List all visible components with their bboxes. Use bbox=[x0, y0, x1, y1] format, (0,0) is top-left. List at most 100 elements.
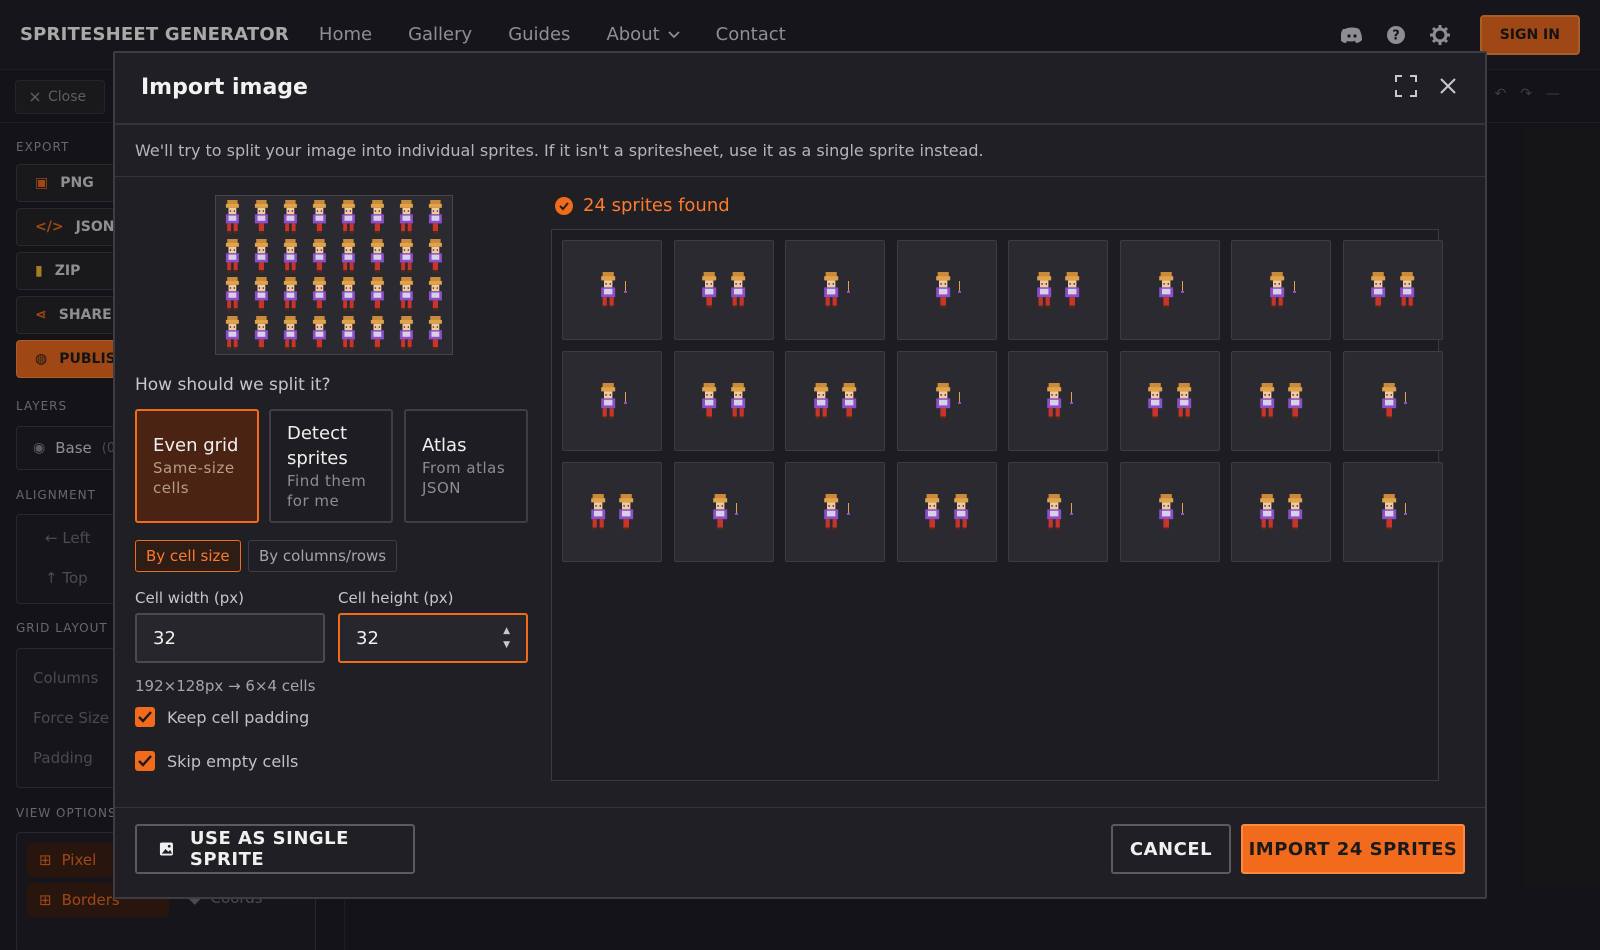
preview-sprite bbox=[218, 275, 247, 314]
preview-sprite bbox=[334, 314, 363, 353]
option-detect-sprites[interactable]: Detect sprites Find them for me bbox=[269, 409, 393, 523]
preview-sprite bbox=[363, 275, 392, 314]
preview-sprite bbox=[392, 237, 421, 276]
image-icon bbox=[159, 842, 173, 856]
option-even-grid-sub: Same-size cells bbox=[153, 459, 235, 497]
preview-sprite bbox=[218, 314, 247, 353]
dialog-footer: USE AS SINGLE SPRITE CANCEL IMPORT 24 SP… bbox=[115, 807, 1485, 899]
preview-sprite bbox=[334, 198, 363, 237]
sprite-thumbnail[interactable] bbox=[785, 462, 885, 562]
skip-empty-checkbox[interactable]: Skip empty cells bbox=[135, 751, 298, 771]
sprite-thumbnail[interactable] bbox=[1119, 240, 1220, 340]
preview-sprite bbox=[421, 314, 450, 353]
stepper-down-icon[interactable]: ▼ bbox=[503, 640, 510, 650]
sprite-thumbnail[interactable] bbox=[673, 240, 774, 340]
preview-sprite bbox=[421, 237, 450, 276]
split-settings: How should we split it? Even grid Same-s… bbox=[115, 177, 531, 807]
sprite-thumbnail[interactable] bbox=[562, 351, 662, 451]
import-sprites-button[interactable]: IMPORT 24 SPRITES bbox=[1241, 824, 1465, 874]
import-image-dialog: Import image We'll try to split your ima… bbox=[113, 51, 1487, 899]
sprite-thumbnail[interactable] bbox=[673, 351, 774, 451]
cell-height-label: Cell height (px) bbox=[338, 589, 454, 607]
preview-sprite bbox=[334, 275, 363, 314]
sprite-grid-panel bbox=[551, 229, 1443, 781]
preview-sprite bbox=[247, 198, 276, 237]
sprite-thumbnail[interactable] bbox=[896, 240, 997, 340]
dialog-header-actions bbox=[1395, 75, 1457, 97]
sprite-thumbnail[interactable] bbox=[1342, 351, 1443, 451]
preview-sprite bbox=[276, 198, 305, 237]
sprite-thumbnail[interactable] bbox=[1342, 240, 1443, 340]
source-image-preview bbox=[215, 195, 453, 355]
cell-width-value: 32 bbox=[153, 627, 176, 649]
preview-sprite bbox=[247, 275, 276, 314]
cancel-button[interactable]: CANCEL bbox=[1111, 824, 1231, 874]
tab-by-columns-rows[interactable]: By columns/rows bbox=[248, 540, 398, 572]
preview-sprite bbox=[421, 198, 450, 237]
cell-height-value: 32 bbox=[356, 627, 379, 649]
grid-info: 192×128px → 6×4 cells bbox=[135, 677, 316, 695]
dialog-header: Import image bbox=[115, 53, 1485, 125]
sprite-thumbnail[interactable] bbox=[785, 351, 885, 451]
sprites-found-status: 24 sprites found bbox=[555, 195, 730, 216]
option-atlas-sub: From atlas JSON bbox=[422, 459, 506, 497]
sprite-thumbnail[interactable] bbox=[1008, 351, 1108, 451]
cell-height-input[interactable]: 32 ▲ ▼ bbox=[338, 613, 528, 663]
preview-sprite bbox=[305, 275, 334, 314]
split-question: How should we split it? bbox=[135, 375, 331, 395]
preview-sprite bbox=[276, 314, 305, 353]
sprite-thumbnail[interactable] bbox=[1231, 351, 1331, 451]
sprite-thumbnail[interactable] bbox=[562, 462, 662, 562]
sprite-thumbnail[interactable] bbox=[785, 240, 885, 340]
checkbox-checked-icon[interactable] bbox=[135, 751, 155, 771]
use-single-sprite-button[interactable]: USE AS SINGLE SPRITE bbox=[135, 824, 415, 874]
option-detect-title: Detect sprites bbox=[287, 423, 348, 469]
dialog-description: We'll try to split your image into indiv… bbox=[115, 125, 1485, 177]
option-atlas-title: Atlas bbox=[422, 435, 467, 456]
option-even-grid[interactable]: Even grid Same-size cells bbox=[135, 409, 259, 523]
cell-height-stepper[interactable]: ▲ ▼ bbox=[503, 626, 510, 650]
check-circle-icon bbox=[555, 196, 573, 215]
cell-width-input[interactable]: 32 bbox=[135, 613, 325, 663]
preview-sprite bbox=[392, 275, 421, 314]
preview-sprite bbox=[247, 314, 276, 353]
sprite-thumbnail[interactable] bbox=[562, 240, 662, 340]
sprites-found-text: 24 sprites found bbox=[583, 195, 730, 216]
preview-sprite bbox=[421, 275, 450, 314]
preview-sprite bbox=[305, 198, 334, 237]
sprite-thumbnail[interactable] bbox=[1119, 462, 1220, 562]
option-atlas[interactable]: Atlas From atlas JSON bbox=[404, 409, 528, 523]
preview-sprite bbox=[305, 237, 334, 276]
close-icon[interactable] bbox=[1439, 77, 1457, 95]
fullscreen-icon[interactable] bbox=[1395, 75, 1417, 97]
preview-sprite bbox=[363, 198, 392, 237]
sprite-thumbnail[interactable] bbox=[1008, 240, 1108, 340]
preview-sprite bbox=[305, 314, 334, 353]
stepper-up-icon[interactable]: ▲ bbox=[503, 626, 510, 636]
sprite-thumbnail[interactable] bbox=[896, 462, 997, 562]
preview-sprite bbox=[363, 237, 392, 276]
preview-sprite bbox=[218, 198, 247, 237]
skip-empty-label: Skip empty cells bbox=[167, 751, 299, 771]
preview-sprite bbox=[392, 198, 421, 237]
preview-sprite bbox=[334, 237, 363, 276]
cell-width-label: Cell width (px) bbox=[135, 589, 245, 607]
preview-sprite bbox=[363, 314, 392, 353]
dialog-title: Import image bbox=[141, 75, 308, 100]
preview-sprite bbox=[276, 237, 305, 276]
sprite-thumbnail[interactable] bbox=[1231, 240, 1331, 340]
sprite-thumbnail[interactable] bbox=[1231, 462, 1331, 562]
option-even-grid-title: Even grid bbox=[153, 435, 239, 456]
sprite-thumbnail[interactable] bbox=[1008, 462, 1108, 562]
sprite-thumbnail[interactable] bbox=[1342, 462, 1443, 562]
checkbox-checked-icon[interactable] bbox=[135, 707, 155, 727]
sprite-thumbnail[interactable] bbox=[1119, 351, 1220, 451]
sprite-thumbnail[interactable] bbox=[673, 462, 774, 562]
preview-sprite bbox=[218, 237, 247, 276]
sprite-thumbnail[interactable] bbox=[896, 351, 997, 451]
preview-sprite bbox=[247, 237, 276, 276]
preview-sprite bbox=[392, 314, 421, 353]
option-detect-sub: Find them for me bbox=[287, 472, 367, 510]
keep-padding-checkbox[interactable]: Keep cell padding bbox=[135, 707, 309, 727]
tab-by-cell-size[interactable]: By cell size bbox=[135, 540, 241, 572]
